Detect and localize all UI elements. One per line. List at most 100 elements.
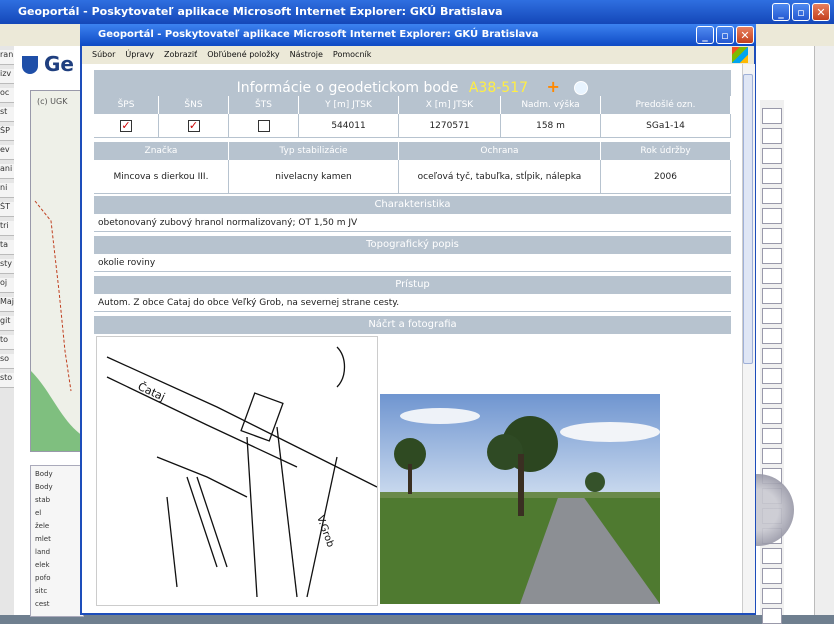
left-panel-label[interactable]: ni bbox=[0, 183, 14, 198]
right-panel-cell bbox=[762, 208, 782, 224]
left-panel-label[interactable]: to bbox=[0, 335, 14, 350]
right-panel-cell bbox=[762, 348, 782, 364]
table-header-cell: Nadm. výška bbox=[501, 96, 601, 114]
right-panel-cell bbox=[762, 128, 782, 144]
right-panel-cell bbox=[762, 568, 782, 584]
left-panel-label[interactable]: ev bbox=[0, 145, 14, 160]
table-cell: 2006 bbox=[601, 160, 731, 194]
right-panel-cell bbox=[762, 548, 782, 564]
left-panel-label[interactable]: tri bbox=[0, 221, 14, 236]
menu-item[interactable]: Úpravy bbox=[125, 46, 154, 64]
right-panel-cell bbox=[762, 308, 782, 324]
right-panel-cell bbox=[762, 608, 782, 624]
plus-icon[interactable]: + bbox=[546, 77, 559, 96]
popup-close-icon[interactable]: ✕ bbox=[736, 26, 754, 44]
left-panel-label[interactable]: ŠP bbox=[0, 126, 14, 141]
sts-checkbox[interactable] bbox=[257, 119, 270, 132]
map-legend: Body Body stab el žele mlet land elek pofo sitc ce… bbox=[30, 465, 84, 617]
right-panel-cell bbox=[762, 408, 782, 424]
table-header-cell: ŠPS bbox=[94, 96, 159, 114]
table-header-cell: Typ stabilizácie bbox=[229, 142, 399, 160]
left-panel-label[interactable]: sto bbox=[0, 373, 14, 388]
right-panel-cell bbox=[762, 588, 782, 604]
left-panel-label[interactable]: ta bbox=[0, 240, 14, 255]
legend-item: stab bbox=[35, 496, 51, 504]
section-header-topography: Topografický popis bbox=[94, 236, 731, 254]
menu-item[interactable]: Obľúbené položky bbox=[207, 46, 279, 64]
table-header-cell: ŠTS bbox=[229, 96, 299, 114]
portal-logo-text: Ge bbox=[44, 52, 74, 76]
maximize-icon[interactable]: ▫ bbox=[792, 3, 810, 21]
menu-item[interactable]: Nástroje bbox=[290, 46, 323, 64]
menu-item[interactable]: Zobraziť bbox=[164, 46, 197, 64]
background-title: Geoportál - Poskytovateľ aplikace Micros… bbox=[18, 5, 503, 18]
access-text: Autom. Z obce Cataj do obce Veľký Grob, … bbox=[94, 294, 731, 312]
section-header-characteristics: Charakteristika bbox=[94, 196, 731, 214]
background-scrollbar[interactable] bbox=[814, 46, 834, 615]
legend-item: el bbox=[35, 509, 42, 517]
checkbox-cell: ✓ bbox=[94, 114, 159, 138]
left-panel-label[interactable]: izv bbox=[0, 69, 14, 84]
table-header-cell: Ochrana bbox=[399, 142, 601, 160]
characteristics-text: obetonovaný zubový hranol normalizovaný;… bbox=[94, 214, 731, 232]
legend-item: sitc bbox=[35, 587, 48, 595]
left-panel-label[interactable]: sty bbox=[0, 259, 14, 274]
legend-item: elek bbox=[35, 561, 50, 569]
svg-text:V.Grob: V.Grob bbox=[314, 514, 336, 549]
legend-item: žele bbox=[35, 522, 50, 530]
compass-icon[interactable] bbox=[574, 81, 589, 95]
left-panel-label[interactable]: ran bbox=[0, 50, 14, 65]
right-panel-cell bbox=[762, 388, 782, 404]
right-panel-cell bbox=[762, 108, 782, 124]
left-panel-label[interactable]: st bbox=[0, 107, 14, 122]
right-panel-cell bbox=[762, 188, 782, 204]
left-panel-label[interactable]: ŠT bbox=[0, 202, 14, 217]
map-panel[interactable]: (c) UGK bbox=[30, 90, 84, 452]
right-panel-cell bbox=[762, 268, 782, 284]
right-panel-cell bbox=[762, 328, 782, 344]
map-drawing bbox=[31, 200, 83, 451]
point-id: A38-517 bbox=[468, 80, 529, 96]
checkbox-cell bbox=[229, 114, 299, 138]
menu-item[interactable]: Pomocník bbox=[333, 46, 371, 64]
legend-item: mlet bbox=[35, 535, 51, 543]
menu-item[interactable]: Súbor bbox=[92, 46, 115, 64]
popup-scrollbar-thumb[interactable] bbox=[743, 74, 753, 364]
table-header-cell: Predošlé ozn. bbox=[601, 96, 731, 114]
close-icon[interactable]: ✕ bbox=[812, 3, 830, 21]
popup-title: Geoportál - Poskytovateľ aplikace Micros… bbox=[98, 29, 539, 40]
sketch-drawing: Čataj V.Grob bbox=[106, 346, 378, 598]
sns-checkbox[interactable]: ✓ bbox=[187, 119, 200, 132]
legend-item: Body bbox=[35, 483, 53, 491]
left-panel-label[interactable]: so bbox=[0, 354, 14, 369]
table-header-cell: Rok údržby bbox=[601, 142, 731, 160]
table-header-cell: Y [m] JTSK bbox=[299, 96, 399, 114]
photo-image bbox=[380, 394, 660, 604]
legend-item: Body bbox=[35, 470, 53, 478]
popup-maximize-icon[interactable]: ▫ bbox=[716, 26, 734, 44]
windows-flag-icon bbox=[732, 47, 748, 63]
right-panel-cell bbox=[762, 248, 782, 264]
left-panel-label[interactable]: oj bbox=[0, 278, 14, 293]
left-panel-label[interactable]: oc bbox=[0, 88, 14, 103]
sps-checkbox[interactable]: ✓ bbox=[120, 119, 132, 132]
table-header-cell: Značka bbox=[94, 142, 229, 160]
background-titlebar: Geoportál - Poskytovateľ aplikace Micros… bbox=[0, 0, 834, 24]
popup-minimize-icon[interactable]: _ bbox=[696, 26, 714, 44]
right-panel-cell bbox=[762, 168, 782, 184]
table-cell: 1270571 bbox=[399, 114, 501, 138]
popup-titlebar: Geoportál - Poskytovateľ aplikace Micros… bbox=[80, 24, 756, 46]
left-panel-label[interactable]: ani bbox=[0, 164, 14, 179]
shield-logo-icon bbox=[22, 56, 38, 74]
right-panel-cell bbox=[762, 428, 782, 444]
table-cell: nivelacny kamen bbox=[229, 160, 399, 194]
left-panel-label[interactable]: Maj bbox=[0, 297, 14, 312]
photo-drawing bbox=[380, 394, 660, 604]
info-heading: Informácie o geodetickom bode bbox=[236, 80, 459, 96]
minimize-icon[interactable]: _ bbox=[772, 3, 790, 21]
info-heading-bar: Informácie o geodetickom bode A38-517 + bbox=[94, 70, 731, 96]
checkbox-cell: ✓ bbox=[159, 114, 229, 138]
left-panel-label[interactable]: git bbox=[0, 316, 14, 331]
legend-item: pofo bbox=[35, 574, 51, 582]
svg-text:Čataj: Čataj bbox=[136, 380, 167, 404]
